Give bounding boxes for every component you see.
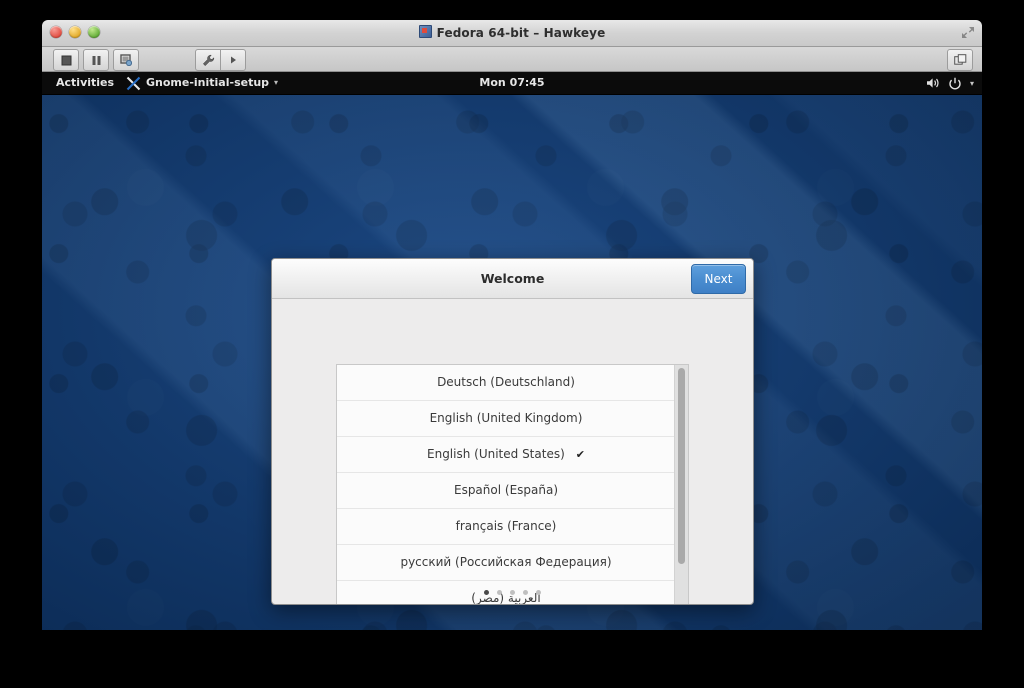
page-dot[interactable] xyxy=(523,590,528,595)
system-menu-arrow: ▾ xyxy=(970,79,974,88)
clock[interactable]: Mon 07:45 xyxy=(42,72,982,94)
scrollbar-thumb[interactable] xyxy=(678,368,685,564)
snapshot-button[interactable] xyxy=(113,49,139,71)
power-icon xyxy=(949,77,961,90)
page-dot[interactable] xyxy=(536,590,541,595)
stop-square-icon xyxy=(61,55,72,66)
language-list[interactable]: Deutsch (Deutschland) English (United Kin… xyxy=(337,365,675,605)
play-triangle-icon xyxy=(229,55,238,65)
dialog-header: Welcome Next xyxy=(272,259,753,299)
virtual-machine-window: Fedora 64-bit – Hawkeye xyxy=(42,20,982,630)
wrench-icon xyxy=(202,54,215,67)
vm-toolbar xyxy=(42,47,982,72)
window-scale-button[interactable] xyxy=(947,49,973,71)
language-row[interactable]: Español (España) xyxy=(337,473,675,509)
pause-bars-icon xyxy=(91,55,102,66)
vm-title-text: Fedora 64-bit – Hawkeye xyxy=(437,26,606,40)
stop-button[interactable] xyxy=(53,49,79,71)
language-row[interactable]: русский (Российская Федерация) xyxy=(337,545,675,581)
dialog-body: Deutsch (Deutschland) English (United Kin… xyxy=(272,299,753,604)
fullscreen-arrows-icon[interactable] xyxy=(961,26,975,39)
language-label: Español (España) xyxy=(454,483,558,497)
settings-button[interactable] xyxy=(195,49,221,71)
language-list-frame: Deutsch (Deutschland) English (United Kin… xyxy=(336,364,689,605)
snapshot-icon xyxy=(120,54,132,66)
vm-power-controls xyxy=(53,49,139,71)
language-label: English (United Kingdom) xyxy=(430,411,583,425)
check-icon: ✔ xyxy=(576,448,585,461)
language-label: русский (Российская Федерация) xyxy=(400,555,611,569)
page-dot[interactable] xyxy=(497,590,502,595)
screen-root: Fedora 64-bit – Hawkeye xyxy=(0,0,1024,688)
windows-overlap-icon xyxy=(954,54,967,66)
pause-button[interactable] xyxy=(83,49,109,71)
language-list-scrollbar[interactable] xyxy=(674,365,688,605)
language-label: English (United States) xyxy=(427,447,565,461)
run-button[interactable] xyxy=(221,49,246,71)
volume-icon xyxy=(926,77,940,89)
welcome-dialog: Welcome Next Deutsch (Deutschland) Englis… xyxy=(271,258,754,605)
page-dot[interactable] xyxy=(484,590,489,595)
language-row[interactable]: English (United Kingdom) xyxy=(337,401,675,437)
fedora-vm-icon xyxy=(419,25,432,38)
language-label: Deutsch (Deutschland) xyxy=(437,375,575,389)
page-dot[interactable] xyxy=(510,590,515,595)
desktop-wallpaper: Welcome Next Deutsch (Deutschland) Englis… xyxy=(42,95,982,630)
vm-titlebar: Fedora 64-bit – Hawkeye xyxy=(42,20,982,47)
vm-config-controls xyxy=(195,49,246,71)
dialog-title: Welcome xyxy=(272,259,753,298)
vm-window-title: Fedora 64-bit – Hawkeye xyxy=(42,20,982,46)
language-label: français (France) xyxy=(456,519,557,533)
next-button[interactable]: Next xyxy=(691,264,746,294)
gnome-topbar: Activities Gnome-initial-setup ▾ Mon 07:… xyxy=(42,72,982,95)
language-row[interactable]: français (France) xyxy=(337,509,675,545)
language-row[interactable]: Deutsch (Deutschland) xyxy=(337,365,675,401)
page-indicator-dots xyxy=(272,590,753,595)
system-status-area[interactable]: ▾ xyxy=(926,72,974,94)
language-row[interactable]: English (United States) ✔ xyxy=(337,437,675,473)
